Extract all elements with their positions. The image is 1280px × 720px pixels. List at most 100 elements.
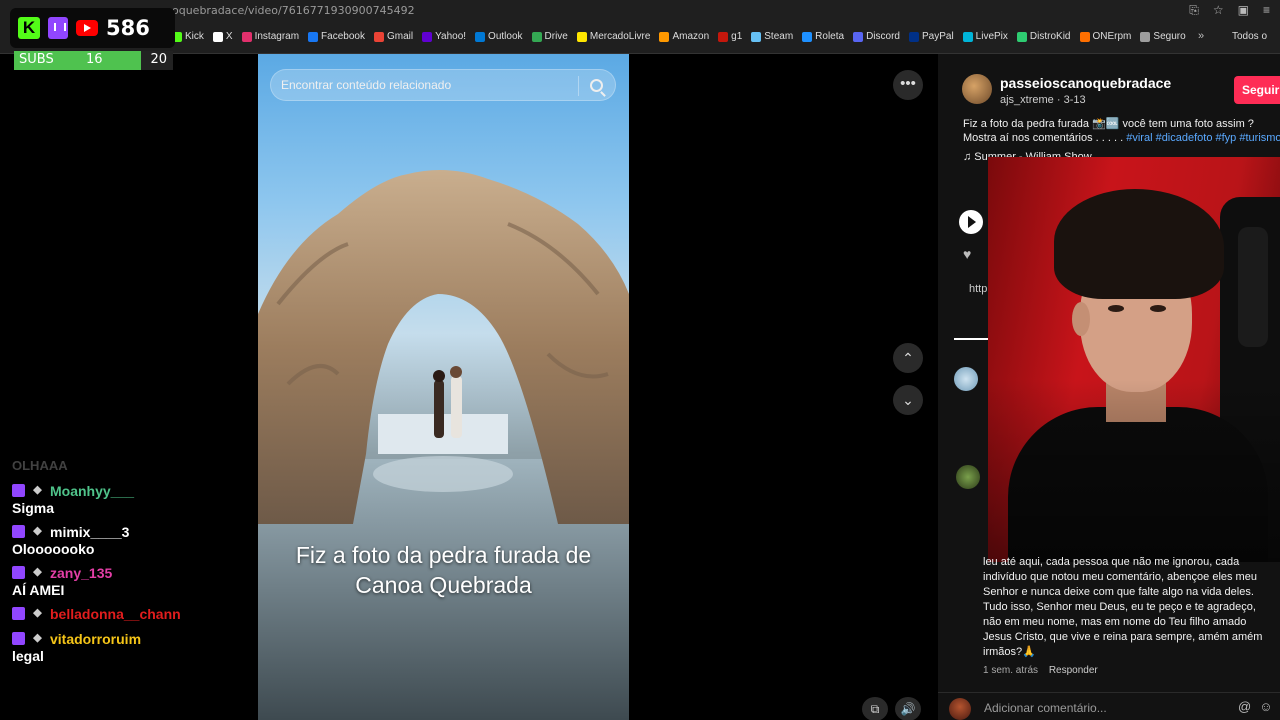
heart-icon[interactable]: ♥ [963, 246, 971, 262]
reply-button[interactable]: Responder [1049, 665, 1098, 676]
search-divider [578, 76, 579, 96]
streamer-webcam [988, 157, 1280, 562]
bookmark-label: Outlook [488, 31, 523, 42]
bookmark-star-icon[interactable]: ☆ [1213, 3, 1224, 18]
play-icon[interactable] [959, 210, 983, 234]
bookmark-favicon-icon [1140, 31, 1151, 42]
bookmark-item[interactable]: X [212, 31, 233, 42]
bookmark-item[interactable]: Steam [751, 31, 793, 42]
bookmark-item[interactable]: Discord [853, 31, 900, 42]
chat-username[interactable]: zany_135 [50, 565, 112, 581]
related-content-search[interactable]: Encontrar conteúdo relacionado [270, 69, 616, 101]
browser-titlebar: oquebradace/video/7616771930900745492 ⎘ … [0, 0, 1280, 22]
bookmark-item[interactable]: Kick [172, 31, 204, 42]
bookmark-label: Discord [866, 31, 900, 42]
webcam-shade [988, 157, 1280, 562]
chat-username[interactable]: vitadorroruim [50, 631, 141, 647]
bookmark-label: g1 [731, 31, 743, 42]
next-video-button[interactable]: ⌄ [893, 385, 923, 415]
search-icon[interactable] [590, 79, 603, 92]
chat-username[interactable]: mimix____3 [50, 524, 129, 540]
pip-icon[interactable]: ⧉ [862, 697, 888, 720]
add-comment-input[interactable]: Adicionar comentário... [984, 701, 1107, 715]
hashtags[interactable]: #viral #dicadefoto #fyp #turismo [1126, 132, 1280, 144]
extensions-icon[interactable]: ▣ [1238, 3, 1249, 18]
bookmark-item[interactable]: Drive [531, 31, 568, 42]
chat-message: ◆ vitadorroruim legal [12, 629, 252, 664]
bookmark-item[interactable]: Roleta [802, 31, 844, 42]
bookmark-item[interactable]: ONErpm [1079, 31, 1132, 42]
follow-button[interactable]: Seguir [1234, 76, 1280, 104]
video-player[interactable]: Encontrar conteúdo relacionado Fiz a fot… [258, 54, 629, 720]
bookmark-label: Steam [764, 31, 794, 42]
search-placeholder: Encontrar conteúdo relacionado [281, 78, 452, 92]
bookmark-favicon-icon [576, 31, 587, 42]
bookmark-favicon-icon [751, 31, 762, 42]
commenter-avatar[interactable] [954, 367, 978, 391]
bookmark-item[interactable]: LivePix [962, 31, 1008, 42]
chat-faded-message: OLHAAA [12, 458, 68, 473]
volume-icon[interactable]: 🔊 [895, 697, 921, 720]
twitch-logo-icon [48, 17, 68, 39]
bookmark-favicon-icon [212, 31, 223, 42]
chat-username[interactable]: belladonna__chann [50, 606, 181, 622]
bookmark-favicon-icon [422, 31, 433, 42]
link-snippet[interactable]: http [969, 283, 987, 295]
bookmark-label: Gmail [386, 31, 414, 42]
bookmark-item[interactable]: Facebook [308, 31, 365, 42]
bookmark-item[interactable]: g1 [718, 31, 742, 42]
bookmark-label: ONErpm [1092, 31, 1132, 42]
chat-username[interactable]: Moanhyy___ [50, 483, 134, 499]
bookmark-item[interactable]: PayPal [908, 31, 954, 42]
bookmark-favicon-icon [1016, 31, 1027, 42]
author-meta: ajs_xtreme · 3-13 [1000, 94, 1086, 106]
bookmark-favicon-icon [475, 31, 486, 42]
bookmark-label: Facebook [321, 31, 365, 42]
bookmark-label: PayPal [921, 31, 954, 42]
bookmark-item[interactable]: Gmail [373, 31, 414, 42]
subscriber-badge-icon: ◆ [33, 525, 42, 537]
comment-meta: 1 sem. atrás Responder [983, 665, 1098, 676]
caption-line-2: Canoa Quebrada [355, 572, 532, 598]
emoji-icon[interactable]: ☺ [1259, 699, 1272, 714]
bookmark-favicon-icon [241, 31, 252, 42]
browser-toolbar-icons: ⎘ ☆ ▣ ≡ [1189, 3, 1270, 18]
chat-message-text: AÍ AMEI [12, 582, 65, 598]
twitch-badge-icon [12, 632, 25, 645]
previous-video-button[interactable]: ⌃ [893, 343, 923, 373]
bookmark-item[interactable]: Instagram [241, 31, 300, 42]
subscriber-badge-icon: ◆ [33, 632, 42, 644]
bookmark-label: X [225, 31, 233, 42]
chat-message-text: legal [12, 648, 44, 664]
bookmark-label: Drive [544, 31, 568, 42]
comment-text: leu até aqui, cada pessoa que não me ign… [983, 556, 1263, 658]
install-icon[interactable]: ⎘ [1189, 3, 1199, 18]
more-options-button[interactable]: ••• [893, 70, 923, 100]
post-description: Fiz a foto da pedra furada 📸🆒 você tem u… [963, 117, 1280, 145]
bookmark-item[interactable]: Outlook [475, 31, 523, 42]
bookmarks-more-button[interactable]: » [1198, 30, 1204, 42]
bookmark-favicon-icon [531, 31, 542, 42]
author-avatar[interactable] [962, 74, 992, 104]
bookmark-item[interactable]: DistroKid [1016, 31, 1071, 42]
menu-icon[interactable]: ≡ [1263, 3, 1270, 18]
mention-icon[interactable]: @ [1238, 699, 1251, 714]
bookmark-label: Instagram [254, 31, 300, 42]
subs-goal: 20 [150, 52, 167, 67]
bookmark-item[interactable]: MercadoLivre [576, 31, 651, 42]
commenter-avatar[interactable] [956, 465, 980, 489]
subs-label: SUBS [19, 52, 54, 67]
bookmark-item[interactable]: Seguro [1140, 31, 1186, 42]
subscriber-badge-icon: ◆ [33, 484, 42, 496]
stream-chat: OLHAAA ◆ Moanhyy___ Sigma ◆ mimix____3 Oloooo… [12, 458, 252, 670]
bookmark-label: DistroKid [1029, 31, 1071, 42]
bookmark-label: MercadoLivre [589, 31, 651, 42]
chat-message-text: Sigma [12, 500, 55, 516]
bookmark-item[interactable]: Amazon [659, 31, 709, 42]
address-bar[interactable]: oquebradace/video/7616771930900745492 [172, 4, 415, 17]
bookmark-item[interactable]: Yahoo! [422, 31, 466, 42]
bookmark-favicon-icon [373, 31, 384, 42]
author-name[interactable]: passeioscanoquebradace [1000, 75, 1171, 91]
all-bookmarks-folder[interactable]: Todos o [1232, 31, 1267, 42]
subs-goal-bar: SUBS 16 20 [14, 51, 173, 70]
